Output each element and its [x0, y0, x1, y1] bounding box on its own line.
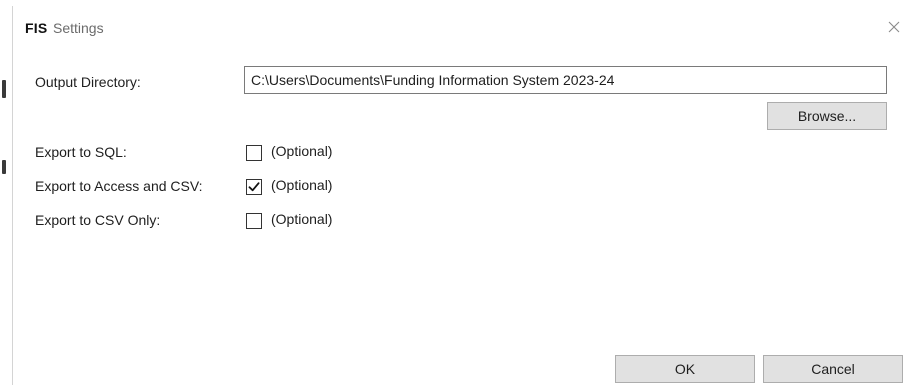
export-access-csv-label: Export to Access and CSV:: [35, 178, 203, 194]
export-access-csv-checkbox[interactable]: [246, 179, 262, 195]
output-directory-input[interactable]: [244, 66, 887, 94]
export-csv-only-checkbox[interactable]: [246, 213, 262, 229]
close-icon: [888, 21, 900, 33]
export-csv-only-optional-note: (Optional): [271, 211, 333, 227]
ok-button[interactable]: OK: [615, 355, 755, 383]
browse-button[interactable]: Browse...: [767, 102, 887, 130]
export-sql-checkbox[interactable]: [246, 145, 262, 161]
close-button[interactable]: [882, 14, 906, 40]
output-directory-label: Output Directory:: [35, 74, 141, 90]
cancel-button[interactable]: Cancel: [763, 355, 903, 383]
checkmark-icon: [248, 182, 260, 192]
export-sql-label: Export to SQL:: [35, 144, 127, 160]
export-access-csv-optional-note: (Optional): [271, 177, 333, 193]
title-bar: FIS Settings: [13, 6, 906, 42]
background-window-edge: [2, 160, 6, 174]
export-csv-only-label: Export to CSV Only:: [35, 212, 161, 228]
app-badge: FIS: [25, 20, 48, 36]
background-window-edge: [2, 80, 6, 98]
settings-dialog: FIS Settings Output Directory: Browse...…: [12, 6, 905, 385]
export-sql-optional-note: (Optional): [271, 143, 333, 159]
window-title: Settings: [53, 20, 104, 36]
